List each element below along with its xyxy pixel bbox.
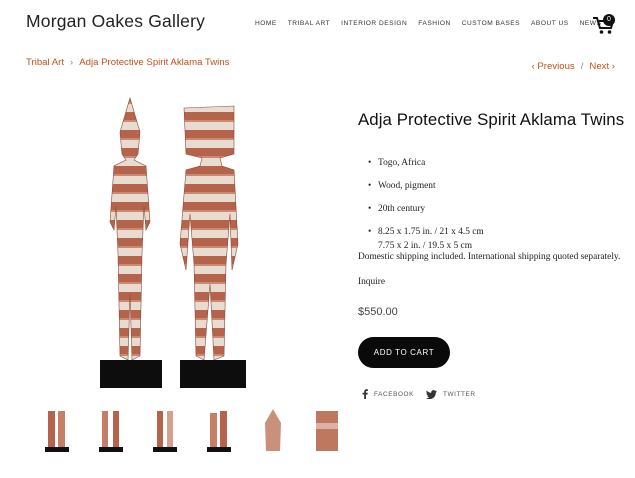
product-main-image[interactable] [92, 94, 252, 390]
dimensions-figure-2: 7.75 x 2 in. / 19.5 x 5 cm [378, 241, 473, 251]
nav-custom-bases[interactable]: CUSTOM BASES [462, 20, 520, 27]
nav-fashion[interactable]: FASHION [418, 20, 450, 27]
breadcrumb-current[interactable]: Adja Protective Spirit Aklama Twins [79, 57, 229, 68]
nav-home[interactable]: HOME [255, 20, 277, 27]
product-price: $550.00 [358, 306, 398, 318]
dimensions-figure-1: 8.25 x 1.75 in. / 21 x 4.5 cm [378, 227, 484, 237]
cart-count-badge: 0 [603, 14, 615, 26]
thumbnail-4[interactable] [192, 403, 246, 457]
twitter-icon [425, 389, 437, 399]
breadcrumb-separator: › [70, 57, 74, 68]
thumbnail-1[interactable] [30, 403, 84, 457]
facebook-icon [362, 389, 368, 399]
nav-about-us[interactable]: ABOUT US [531, 20, 569, 27]
detail-date: 20th century [368, 202, 484, 216]
thumbnail-2[interactable] [84, 403, 138, 457]
product-pager: ‹ Previous / Next › [532, 61, 615, 72]
breadcrumb: Tribal Art › Adja Protective Spirit Akla… [26, 57, 229, 68]
share-links: FACEBOOK TWITTER [362, 389, 488, 399]
site-title[interactable]: Morgan Oakes Gallery [26, 11, 205, 32]
thumbnail-6[interactable] [300, 403, 354, 457]
nav-tribal-art[interactable]: TRIBAL ART [288, 20, 330, 27]
pager-separator: / [580, 61, 584, 72]
shipping-note: Domestic shipping included. Internationa… [358, 252, 621, 262]
nav-interior-design[interactable]: INTERIOR DESIGN [341, 20, 407, 27]
thumbnail-3[interactable] [138, 403, 192, 457]
twitter-share[interactable]: TWITTER [425, 389, 476, 399]
detail-material: Wood, pigment [368, 179, 484, 193]
add-to-cart-button[interactable]: ADD TO CART [358, 337, 450, 368]
product-title: Adja Protective Spirit Aklama Twins [358, 110, 625, 129]
thumbnail-strip [30, 403, 354, 457]
twitter-label: TWITTER [442, 390, 476, 398]
inquire-link[interactable]: Inquire [358, 277, 385, 287]
detail-dimensions: 8.25 x 1.75 in. / 21 x 4.5 cm 7.75 x 2 i… [368, 225, 484, 253]
facebook-share[interactable]: FACEBOOK [362, 389, 414, 399]
facebook-label: FACEBOOK [374, 390, 414, 398]
previous-link[interactable]: ‹ Previous [532, 61, 575, 72]
product-details-list: Togo, Africa Wood, pigment 20th century … [368, 156, 484, 262]
main-nav: HOME TRIBAL ART INTERIOR DESIGN FASHION … [255, 20, 612, 27]
breadcrumb-tribal-art[interactable]: Tribal Art [26, 57, 64, 68]
detail-origin: Togo, Africa [368, 156, 484, 170]
thumbnail-5[interactable] [246, 403, 300, 457]
next-link[interactable]: Next › [589, 61, 615, 72]
